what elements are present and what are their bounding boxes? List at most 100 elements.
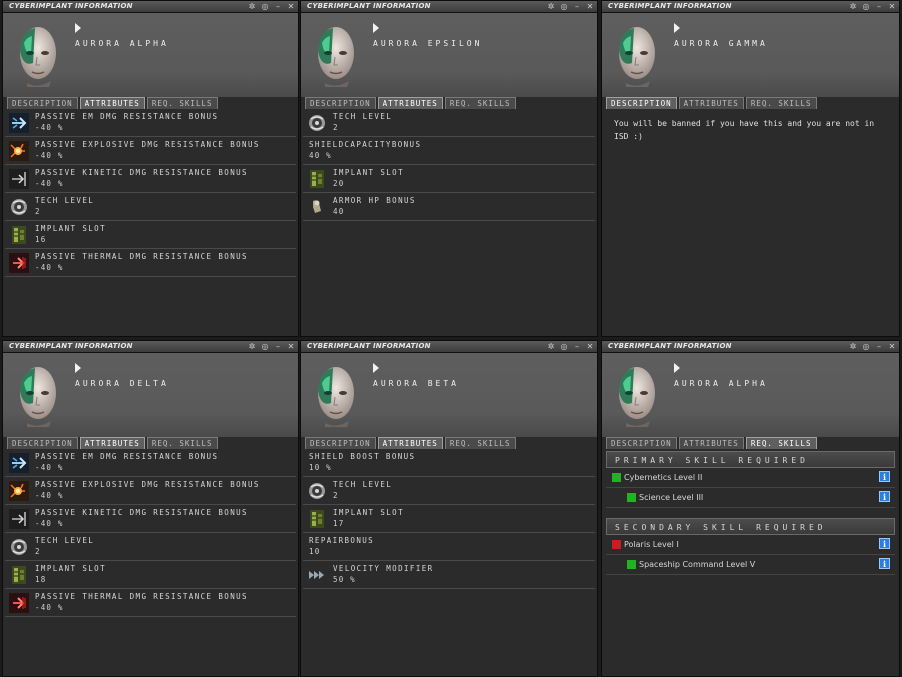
tab-req-skills[interactable]: REQ. SKILLS [146, 437, 218, 449]
info-icon[interactable]: i [879, 491, 890, 502]
settings-icon[interactable]: ◎ [559, 2, 569, 11]
attribute-row: PASSIVE EXPLOSIVE DMG RESISTANCE BONUS -4… [5, 477, 296, 505]
minimize-icon[interactable]: – [273, 2, 283, 11]
tab-req-skills[interactable]: REQ. SKILLS [146, 97, 218, 109]
info-window: CYBERIMPLANT INFORMATION ✲ ◎ – ✕ AURORA DELTA… [2, 340, 299, 677]
tab-attributes[interactable]: ATTRIBUTES [377, 437, 443, 449]
attribute-row: PASSIVE EM DMG RESISTANCE BONUS -40 % [5, 449, 296, 477]
tech-level-icon [307, 481, 327, 501]
title-bar[interactable]: CYBERIMPLANT INFORMATION ✲ ◎ – ✕ [3, 1, 298, 13]
settings-icon[interactable]: ◎ [260, 2, 270, 11]
close-icon[interactable]: ✕ [286, 342, 296, 351]
attribute-value: -40 % [35, 603, 64, 612]
attribute-value: 17 [333, 519, 345, 528]
pin-icon[interactable]: ✲ [247, 342, 257, 351]
pin-icon[interactable]: ✲ [546, 342, 556, 351]
close-icon[interactable]: ✕ [585, 2, 595, 11]
tab-req-skills[interactable]: REQ. SKILLS [444, 97, 516, 109]
tab-description[interactable]: DESCRIPTION [606, 437, 677, 449]
attribute-value: 2 [35, 547, 41, 556]
tab-attributes[interactable]: ATTRIBUTES [377, 97, 443, 109]
settings-icon[interactable]: ◎ [861, 2, 871, 11]
tab-description[interactable]: DESCRIPTION [606, 97, 677, 109]
attribute-value: 50 % [333, 575, 356, 584]
play-icon[interactable] [75, 363, 81, 373]
window-title: CYBERIMPLANT INFORMATION [9, 342, 133, 350]
info-icon[interactable]: i [879, 471, 890, 482]
tab-description[interactable]: DESCRIPTION [305, 437, 376, 449]
attribute-row: IMPLANT SLOT 18 [5, 561, 296, 589]
attribute-row: PASSIVE KINETIC DMG RESISTANCE BONUS -40 … [5, 165, 296, 193]
skill-row[interactable]: Polaris Level I i [606, 535, 895, 555]
play-icon[interactable] [373, 23, 379, 33]
close-icon[interactable]: ✕ [585, 342, 595, 351]
pin-icon[interactable]: ✲ [247, 2, 257, 11]
tab-attributes[interactable]: ATTRIBUTES [79, 97, 145, 109]
explosive-resistance-icon [9, 481, 29, 501]
play-icon[interactable] [75, 23, 81, 33]
kinetic-resistance-icon [9, 169, 29, 189]
title-bar[interactable]: CYBERIMPLANT INFORMATION ✲ ◎ – ✕ [602, 341, 899, 353]
em-resistance-icon [9, 113, 29, 133]
attribute-value: 2 [333, 123, 339, 132]
item-name: AURORA GAMMA [674, 39, 768, 48]
minimize-icon[interactable]: – [874, 2, 884, 11]
settings-icon[interactable]: ◎ [861, 342, 871, 351]
info-window: CYBERIMPLANT INFORMATION ✲ ◎ – ✕ AURORA GAMMA… [601, 0, 900, 337]
minimize-icon[interactable]: – [572, 2, 582, 11]
info-icon[interactable]: i [879, 538, 890, 549]
pin-icon[interactable]: ✲ [848, 342, 858, 351]
tab-description[interactable]: DESCRIPTION [305, 97, 376, 109]
tab-description[interactable]: DESCRIPTION [7, 437, 78, 449]
close-icon[interactable]: ✕ [887, 342, 897, 351]
tab-req-skills[interactable]: REQ. SKILLS [444, 437, 516, 449]
close-icon[interactable]: ✕ [286, 2, 296, 11]
minimize-icon[interactable]: – [874, 342, 884, 351]
tab-attributes[interactable]: ATTRIBUTES [79, 437, 145, 449]
attribute-label: PASSIVE THERMAL DMG RESISTANCE BONUS [35, 592, 248, 601]
title-bar[interactable]: CYBERIMPLANT INFORMATION ✲ ◎ – ✕ [301, 1, 597, 13]
window-title: CYBERIMPLANT INFORMATION [608, 2, 732, 10]
minimize-icon[interactable]: – [273, 342, 283, 351]
play-icon[interactable] [674, 363, 680, 373]
play-icon[interactable] [373, 363, 379, 373]
tab-description[interactable]: DESCRIPTION [7, 97, 78, 109]
skill-row[interactable]: Science Level III i [606, 488, 895, 508]
attribute-value: 16 [35, 235, 47, 244]
tab-attributes[interactable]: ATTRIBUTES [678, 437, 744, 449]
close-icon[interactable]: ✕ [887, 2, 897, 11]
attribute-label: VELOCITY MODIFIER [333, 564, 434, 573]
attribute-row: IMPLANT SLOT 20 [303, 165, 595, 193]
pin-icon[interactable]: ✲ [848, 2, 858, 11]
window-title: CYBERIMPLANT INFORMATION [307, 342, 431, 350]
info-window: CYBERIMPLANT INFORMATION ✲ ◎ – ✕ AURORA ALPHA… [601, 340, 900, 677]
attribute-row: TECH LEVEL 2 [303, 109, 595, 137]
play-icon[interactable] [674, 23, 680, 33]
title-bar[interactable]: CYBERIMPLANT INFORMATION ✲ ◎ – ✕ [3, 341, 298, 353]
attribute-label: PASSIVE EXPLOSIVE DMG RESISTANCE BONUS [35, 480, 260, 489]
skill-row[interactable]: Spaceship Command Level V i [606, 555, 895, 575]
skill-status-indicator [627, 560, 636, 569]
minimize-icon[interactable]: – [572, 342, 582, 351]
tab-content: You will be banned if you have this and … [604, 109, 897, 334]
tab-req-skills[interactable]: REQ. SKILLS [745, 97, 817, 109]
attribute-label: PASSIVE EM DMG RESISTANCE BONUS [35, 112, 219, 121]
skill-status-indicator [612, 540, 621, 549]
implant-portrait [313, 363, 357, 427]
tab-attributes[interactable]: ATTRIBUTES [678, 97, 744, 109]
tab-req-skills[interactable]: REQ. SKILLS [745, 437, 817, 449]
attribute-row: TECH LEVEL 2 [303, 477, 595, 505]
info-icon[interactable]: i [879, 558, 890, 569]
tab-bar: DESCRIPTION ATTRIBUTES REQ. SKILLS [7, 97, 218, 109]
title-bar[interactable]: CYBERIMPLANT INFORMATION ✲ ◎ – ✕ [301, 341, 597, 353]
pin-icon[interactable]: ✲ [546, 2, 556, 11]
window-title: CYBERIMPLANT INFORMATION [307, 2, 431, 10]
attribute-label: IMPLANT SLOT [35, 564, 106, 573]
settings-icon[interactable]: ◎ [260, 342, 270, 351]
skill-row[interactable]: Cybernetics Level II i [606, 468, 895, 488]
info-window: CYBERIMPLANT INFORMATION ✲ ◎ – ✕ AURORA EPSIL… [300, 0, 598, 337]
attribute-value: 40 % [309, 151, 332, 160]
settings-icon[interactable]: ◎ [559, 342, 569, 351]
title-bar[interactable]: CYBERIMPLANT INFORMATION ✲ ◎ – ✕ [602, 1, 899, 13]
